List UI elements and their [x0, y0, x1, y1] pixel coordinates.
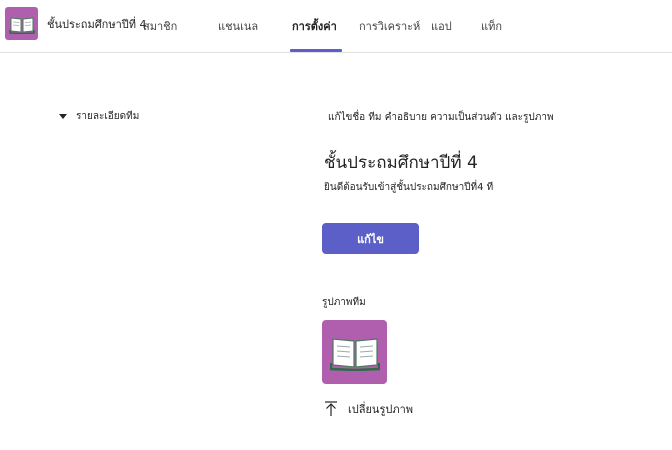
tab-apps[interactable]: แอป [431, 17, 452, 35]
team-title: ชั้นประถมศึกษาปีที่ 4 [324, 153, 478, 173]
top-bar: ชั้นประถมศึกษาปีที่ 4 สมาชิก แชนเนล การต… [0, 0, 672, 53]
edit-button[interactable]: แก้ไข [322, 223, 419, 254]
team-name: ชั้นประถมศึกษาปีที่ 4 [47, 18, 147, 31]
tab-analytics[interactable]: การวิเคราะห์ [359, 17, 420, 35]
change-picture-button[interactable]: เปลี่ยนรูปภาพ [324, 400, 413, 418]
tab-settings[interactable]: การตั้งค่า [292, 17, 337, 35]
tab-tags[interactable]: แท็ก [481, 17, 502, 35]
upload-icon [325, 401, 337, 416]
team-picture-label: รูปภาพทีม [322, 297, 366, 308]
tab-channels[interactable]: แชนเนล [218, 17, 258, 35]
open-book-icon [8, 16, 35, 34]
team-avatar[interactable] [5, 7, 38, 40]
team-picture [322, 320, 387, 384]
tab-members[interactable]: สมาชิก [143, 17, 177, 35]
caret-down-icon [59, 114, 67, 119]
open-book-icon [329, 338, 380, 371]
team-details-toggle[interactable]: รายละเอียดทีม [59, 109, 139, 124]
section-subtitle: แก้ไขชื่อ ทีม คำอธิบาย ความเป็นส่วนตัว แ… [328, 112, 554, 123]
active-tab-indicator [290, 49, 342, 52]
change-picture-label: เปลี่ยนรูปภาพ [348, 403, 414, 416]
team-details-label: รายละเอียดทีม [76, 111, 140, 122]
team-description: ยินดีต้อนรับเข้าสู่ชั้นประถมศึกษาปีที่4 … [324, 182, 494, 193]
